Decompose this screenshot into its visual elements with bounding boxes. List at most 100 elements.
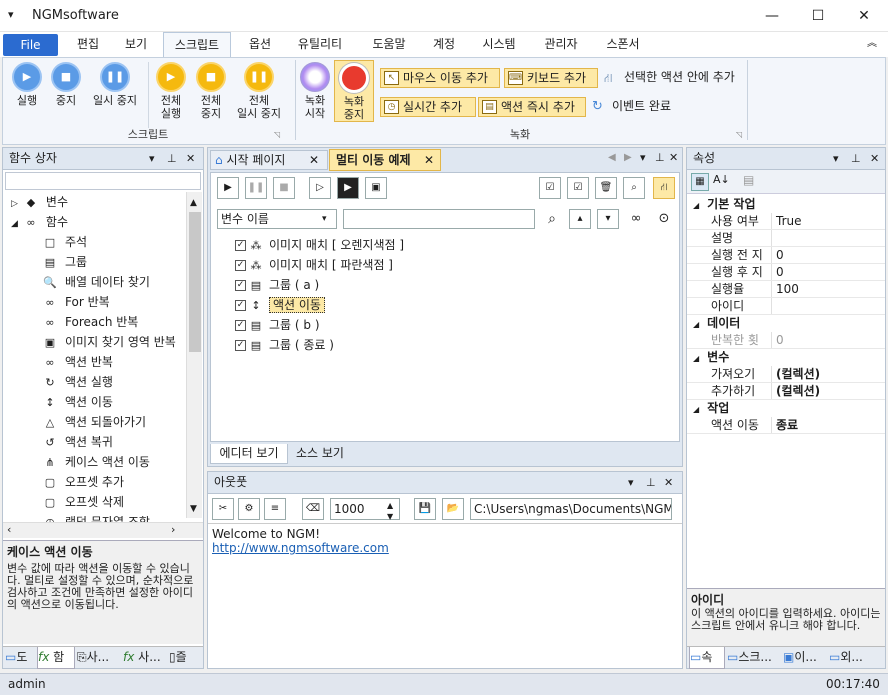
tab-functions[interactable]: fx 함 [37,647,75,669]
action-tree-item[interactable]: ✓ ⁂ 이미지 매치 [ 파란색점 ] [235,255,675,275]
editor-step-button[interactable]: ▷ [309,177,331,199]
action-tree-item[interactable]: ✓ ▤ 그룹 ( b ) [235,315,675,335]
menu-utility[interactable]: 유틸리티 [288,32,352,57]
record-start-button[interactable]: 녹화 시작 [295,62,335,120]
sort-alpha-icon[interactable]: A↓ [713,173,730,186]
check-all-button[interactable]: ☑ [539,177,561,199]
close-tab-icon[interactable]: ✕ [309,151,319,169]
property-value[interactable]: 100 [771,281,799,297]
tab-user-1[interactable]: ⎘사... [77,647,121,669]
menu-system[interactable]: 시스템 [474,32,524,57]
capture-icon[interactable]: ✂ [212,498,234,520]
property-value[interactable]: (컬렉션) [771,383,820,399]
tab-properties[interactable]: ▭속 [689,647,725,669]
property-row[interactable]: 설명 [687,230,885,247]
checkbox[interactable]: ✓ [235,300,246,311]
record-group-launcher-icon[interactable]: ◹ [736,130,742,139]
loop-icon[interactable]: ∞ [625,209,647,229]
system-menu-icon[interactable]: ▾ [8,8,14,21]
scroll-down-icon[interactable]: ▼ [190,504,197,514]
property-value[interactable]: 종료 [771,417,798,433]
scroll-up-icon[interactable]: ▲ [190,198,197,208]
pause-all-button[interactable]: ❚❚ 전체 일시 중지 [231,62,287,120]
editor-run-button[interactable]: ▶ [217,177,239,199]
pause-button[interactable]: ❚❚ 일시 중지 [87,62,143,107]
tab-editor-view[interactable]: 에디터 보기 [210,444,288,464]
action-tree-item[interactable]: ✓ ⁂ 이미지 매치 [ 오렌지색점 ] [235,235,675,255]
collapse-icon[interactable]: ◢ [693,201,699,210]
property-pages-icon[interactable]: ▤ [743,173,754,187]
checkbox[interactable]: ✓ [235,280,246,291]
property-row[interactable]: 반복한 횟 0 [687,332,885,349]
property-category[interactable]: ◢ 변수 [687,349,885,366]
tab-user-2[interactable]: fx 사... [123,647,167,669]
add-keyboard-button[interactable]: ⌨ 키보드 추가 [504,68,598,88]
property-row[interactable]: 아이디 [687,298,885,315]
eraser-icon[interactable]: ⌫ [302,498,324,520]
list-icon[interactable]: ≡ [264,498,286,520]
dropdown-icon[interactable]: ▾ [149,148,155,169]
property-value[interactable]: (컬렉션) [771,366,820,382]
tab-favorites[interactable]: ▯즐 [169,647,203,669]
pin-icon[interactable]: ⊥ [851,148,861,169]
close-panel-icon[interactable]: ✕ [186,148,195,169]
action-tree-item[interactable]: ✓ ▤ 그룹 ( a ) [235,275,675,295]
function-tree-hscrollbar[interactable]: ‹ › [3,522,203,538]
checkbox[interactable]: ✓ [235,240,246,251]
function-tree-item[interactable]: ↺ 액션 복귀 [3,432,203,452]
property-row[interactable]: 추가하기 (컬렉션) [687,383,885,400]
output-path-input[interactable]: C:\Users\ngmas\Documents\NGM6\ [470,498,672,520]
pin-icon[interactable]: ⊥ [646,472,656,493]
save-icon[interactable]: 💾 [414,498,436,520]
dropdown-icon[interactable]: ▾ [628,472,634,493]
function-tree-item[interactable]: □ 주석 [3,232,203,252]
delete-button[interactable]: 🗑 [595,177,617,199]
tab-script[interactable]: ▭스크... [727,647,781,669]
editor-pause-button[interactable]: ❚❚ [245,177,267,199]
scroll-right-icon[interactable]: › [171,523,175,536]
menu-help[interactable]: 도움말 [362,32,416,57]
property-row[interactable]: 사용 여부 True [687,213,885,230]
dropdown-icon[interactable]: ▾ [833,148,839,169]
move-up-button[interactable]: ▴ [569,209,591,229]
add-realtime-button[interactable]: ◷ 실시간 추가 [380,97,476,117]
property-category[interactable]: ◢ 데이터 [687,315,885,332]
output-count-stepper[interactable]: 1000 ▲ ▼ [330,498,400,521]
pin-icon[interactable]: ⊥ [655,151,665,164]
menu-options[interactable]: 옵션 [238,32,282,57]
check-selected-button[interactable]: ☑ [567,177,589,199]
menu-view[interactable]: 보기 [114,32,158,57]
tab-multi-move-example[interactable]: 멀티 이동 예제 ✕ [329,149,441,171]
close-panel-icon[interactable]: ✕ [664,472,673,493]
tree-view-icon[interactable]: ⛙ [653,177,675,199]
collapse-icon[interactable]: ◢ [11,219,18,229]
editor-run-from-button[interactable]: ▣ [365,177,387,199]
function-tree-item[interactable]: ◢ ∞ 함수 [3,212,203,232]
property-value[interactable]: True [771,213,802,229]
pin-icon[interactable]: ⊥ [167,148,177,169]
collapse-icon[interactable]: ◢ [693,320,699,329]
function-tree-scrollbar[interactable]: ▲ ▼ [186,192,202,518]
function-tree-item[interactable]: ▢ 오프셋 삭제 [3,492,203,512]
move-down-button[interactable]: ▾ [597,209,619,229]
collapse-icon[interactable]: ◢ [693,354,699,363]
search-icon[interactable]: ⌕ [623,177,645,199]
tab-variables[interactable]: ▭도 [5,647,37,669]
action-tree-item[interactable]: ✓ ▤ 그룹 ( 종료 ) [235,335,675,355]
function-search-input[interactable] [5,172,201,190]
menu-sponsor[interactable]: 스폰서 [598,32,648,57]
function-tree-item[interactable]: ∞ Foreach 반복 [3,312,203,332]
function-tree-item[interactable]: ▢ 오프셋 추가 [3,472,203,492]
function-tree-item[interactable]: ∞ 액션 반복 [3,352,203,372]
variable-search-input[interactable] [343,209,535,229]
tab-start-page[interactable]: ⌂ 시작 페이지 ✕ [210,150,328,170]
editor-stop-button[interactable]: ■ [273,177,295,199]
categorized-icon[interactable]: ▦ [691,173,709,191]
editor-run-selected-button[interactable]: ▶ [337,177,359,199]
tab-list-icon[interactable]: ▾ [640,151,646,164]
collapse-ribbon-icon[interactable]: ︽ [862,32,882,57]
close-button[interactable]: ✕ [841,0,887,32]
tab-scroll-left-icon[interactable]: ◀ [608,152,616,163]
scroll-left-icon[interactable]: ‹ [7,523,11,536]
function-tree-item[interactable]: ∞ For 반복 [3,292,203,312]
